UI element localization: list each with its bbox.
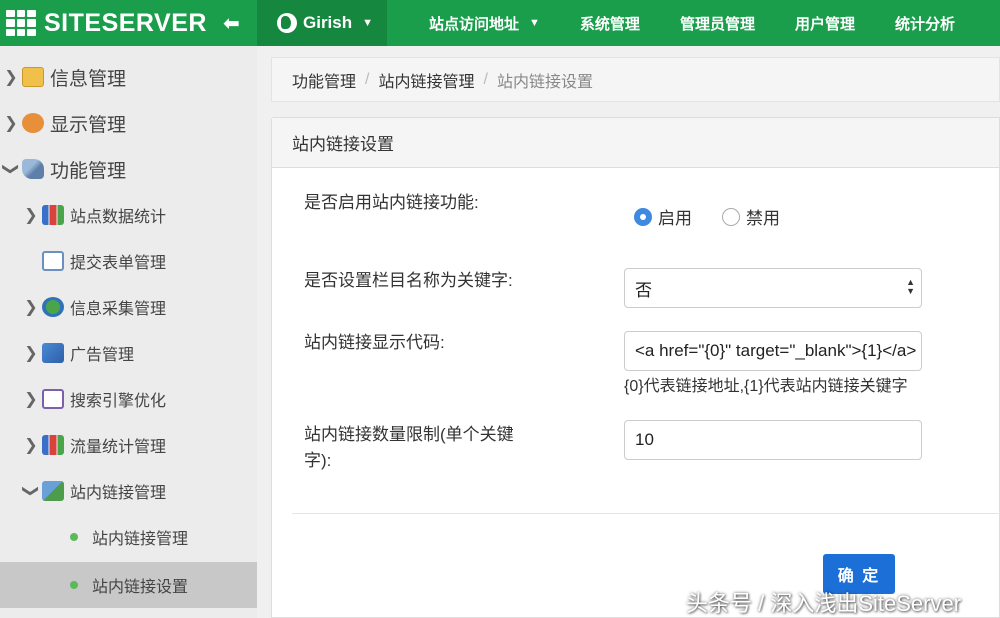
caret-down-icon: ▼ xyxy=(362,17,374,29)
chevron-down-icon: ❯ xyxy=(22,484,39,498)
sidebar-item-label: 流量统计管理 xyxy=(70,439,167,456)
sidebar-item-forms[interactable]: 提交表单管理 xyxy=(0,238,257,284)
nav-label: 用户管理 xyxy=(794,15,855,33)
grid-logo-icon xyxy=(6,10,36,36)
breadcrumb-current: 站内链接设置 xyxy=(496,73,593,91)
chevron-right-icon: ❯ xyxy=(4,69,18,86)
display-code-label: 站内链接显示代码: xyxy=(304,333,445,352)
palette-icon xyxy=(22,113,44,133)
select-value: 否 xyxy=(635,280,652,300)
chevron-right-icon: ❯ xyxy=(24,391,38,408)
top-navbar: SITESERVER ⬅ Girish ▼ 站点访问地址 ▼ 系统管理 管理员管… xyxy=(0,0,1000,46)
divider xyxy=(292,513,1000,514)
sidebar-item-features[interactable]: ❯ 功能管理 xyxy=(0,146,257,192)
radio-disable-label: 禁用 xyxy=(746,209,780,228)
sidebar-item-label: 站内链接设置 xyxy=(92,579,189,596)
sidebar-item-label: 显示管理 xyxy=(50,114,127,136)
logo-text: SITESERVER xyxy=(44,8,207,37)
breadcrumb-separator: / xyxy=(483,70,488,88)
radio-enable[interactable]: 启用 xyxy=(634,204,692,229)
limit-value: 10 xyxy=(635,430,654,449)
chevron-right-icon: ❯ xyxy=(24,345,38,362)
site-name: Girish xyxy=(303,13,353,32)
sidebar-item-seo[interactable]: ❯ 搜索引擎优化 xyxy=(0,376,257,422)
line-chart-icon xyxy=(42,389,64,409)
link-icon xyxy=(42,481,64,501)
column-keyword-label: 是否设置栏目名称为关键字: xyxy=(304,271,513,290)
nav-label: 系统管理 xyxy=(579,15,640,33)
bar-chart-icon xyxy=(42,435,64,455)
sidebar-item-label: 信息管理 xyxy=(50,68,127,90)
sidebar-item-label: 信息采集管理 xyxy=(70,301,167,318)
sidebar: ❯ 信息管理 ❯ 显示管理 ❯ 功能管理 ❯ 站点数据统计 提交表单管理 ❯ 信… xyxy=(0,46,257,618)
limit-label-line2: 字): xyxy=(304,451,332,470)
radio-checked-icon[interactable] xyxy=(634,207,652,226)
top-nav: 站点访问地址 ▼ 系统管理 管理员管理 用户管理 统计分析 xyxy=(387,0,975,46)
chevron-down-icon: ❯ xyxy=(2,162,19,176)
bullet-dot-icon xyxy=(70,581,78,589)
sidebar-item-display[interactable]: ❯ 显示管理 xyxy=(0,100,257,146)
chevron-right-icon: ❯ xyxy=(24,437,38,454)
sidebar-item-innerlink-settings[interactable]: 站内链接设置 xyxy=(0,562,257,608)
limit-input[interactable]: 10 xyxy=(624,420,922,460)
enable-label: 是否启用站内链接功能: xyxy=(304,193,479,212)
radio-disable[interactable]: 禁用 xyxy=(722,204,780,229)
settings-panel: 站内链接设置 是否启用站内链接功能: 启用 禁用 是否设置栏目名称为关键字: 否… xyxy=(271,117,1000,618)
nav-system[interactable]: 系统管理 xyxy=(560,13,660,34)
flag-icon xyxy=(42,343,64,363)
display-code-value: <a href="{0}" target="_blank">{1}</a> xyxy=(635,341,917,360)
sidebar-item-content[interactable]: ❯ 信息管理 xyxy=(0,54,257,100)
sidebar-item-label: 广告管理 xyxy=(70,347,135,364)
sidebar-item-gather[interactable]: ❯ 信息采集管理 xyxy=(0,284,257,330)
bullet-dot-icon xyxy=(70,533,78,541)
folder-icon xyxy=(22,67,44,87)
bar-chart-icon xyxy=(42,205,64,225)
sidebar-item-label: 站内链接管理 xyxy=(92,531,189,548)
sidebar-item-label: 站内链接管理 xyxy=(70,485,167,502)
radio-enable-label: 启用 xyxy=(658,209,692,228)
chevron-right-icon: ❯ xyxy=(24,299,38,316)
nav-admins[interactable]: 管理员管理 xyxy=(660,13,775,34)
chevron-right-icon: ❯ xyxy=(24,207,38,224)
nav-label: 站点访问地址 xyxy=(429,15,520,33)
sidebar-item-label: 搜索引擎优化 xyxy=(70,393,167,410)
sidebar-item-label: 站点数据统计 xyxy=(70,209,167,226)
breadcrumb-item[interactable]: 功能管理 xyxy=(292,68,356,92)
logo[interactable]: SITESERVER ⬅ xyxy=(0,0,257,46)
sidebar-item-traffic[interactable]: ❯ 流量统计管理 xyxy=(0,422,257,468)
form-icon xyxy=(42,251,64,271)
site-switcher[interactable]: Girish ▼ xyxy=(257,0,388,46)
sidebar-item-site-stats[interactable]: ❯ 站点数据统计 xyxy=(0,192,257,238)
sidebar-item-ads[interactable]: ❯ 广告管理 xyxy=(0,330,257,376)
panel-title: 站内链接设置 xyxy=(272,118,999,168)
sidebar-item-innerlink-manage[interactable]: 站内链接管理 xyxy=(0,514,257,560)
nav-users[interactable]: 用户管理 xyxy=(775,13,875,34)
breadcrumb-item[interactable]: 站内链接管理 xyxy=(378,68,474,92)
chevron-right-icon: ❯ xyxy=(4,115,18,132)
nav-label: 统计分析 xyxy=(894,15,955,33)
arrow-left-icon[interactable]: ⬅ xyxy=(223,11,240,36)
breadcrumb: 功能管理 / 站内链接管理 / 站内链接设置 xyxy=(271,57,1000,102)
display-code-input[interactable]: <a href="{0}" target="_blank">{1}</a> xyxy=(624,331,922,371)
sidebar-item-label: 功能管理 xyxy=(50,160,127,182)
nav-analytics[interactable]: 统计分析 xyxy=(875,13,975,34)
caret-down-icon: ▼ xyxy=(529,17,540,29)
nav-label: 管理员管理 xyxy=(679,15,755,33)
wrench-icon xyxy=(22,159,44,179)
column-keyword-select[interactable]: 否 ▲ ▼ xyxy=(624,268,922,308)
nav-site-url[interactable]: 站点访问地址 ▼ xyxy=(387,13,560,34)
globe-icon xyxy=(277,13,297,33)
watermark: 头条号 / 深入浅出SiteServer xyxy=(686,591,962,616)
display-code-hint: {0}代表链接地址,{1}代表站内链接关键字 xyxy=(624,378,908,395)
globe-icon xyxy=(42,297,64,317)
limit-label: 站内链接数量限制(单个关键 字): xyxy=(304,422,514,474)
sidebar-item-label: 提交表单管理 xyxy=(70,255,167,272)
limit-label-line1: 站内链接数量限制(单个关键 xyxy=(304,425,514,444)
radio-unchecked-icon[interactable] xyxy=(722,207,740,226)
breadcrumb-separator: / xyxy=(365,70,370,88)
select-arrows-icon: ▲ ▼ xyxy=(906,277,915,296)
sidebar-item-innerlink[interactable]: ❯ 站内链接管理 xyxy=(0,468,257,514)
